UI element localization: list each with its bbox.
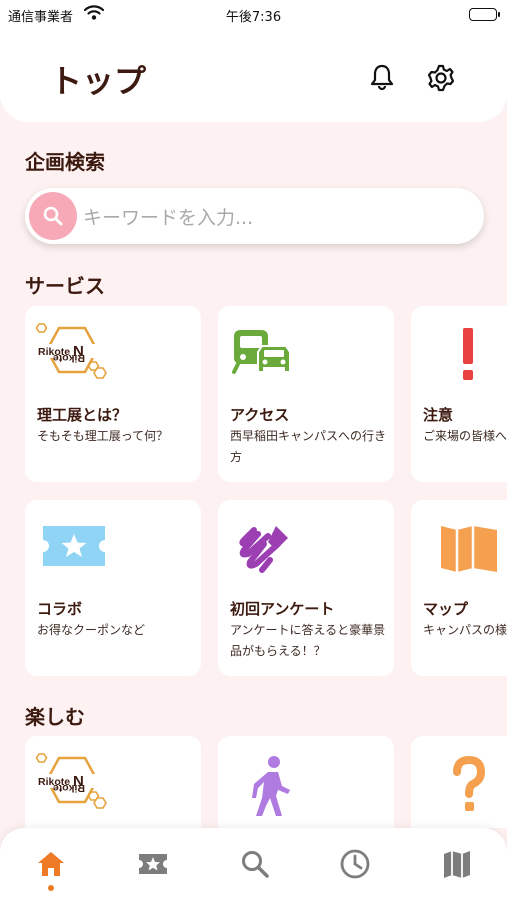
service-card-about[interactable]: Rikote N Rikote 理工展とは？ そもそも理工展って何？: [25, 306, 201, 482]
search-icon: [43, 206, 63, 226]
service-card-notice[interactable]: 注意 ご来場の皆様へ注意事項: [411, 306, 507, 482]
service-name: マップ: [423, 600, 469, 618]
services-row-2: コラボ お得なクーポンなど 初回アンケート アンケートに答えると豪華景品がもらえ…: [0, 500, 507, 680]
service-name: アクセス: [230, 406, 290, 424]
services-section-title: サービス: [25, 274, 105, 298]
app-header: トップ: [0, 30, 507, 122]
service-name: 初回アンケート: [230, 600, 335, 618]
enjoy-card-walk[interactable]: [218, 736, 394, 828]
bell-icon[interactable]: [368, 63, 396, 91]
enjoy-row: Rikote N Rikote: [0, 736, 507, 828]
transit-icon: [228, 322, 304, 386]
walk-icon: [228, 752, 304, 816]
active-indicator: [48, 885, 54, 891]
svg-text:Rikote: Rikote: [53, 352, 85, 364]
services-row-1: Rikote N Rikote 理工展とは？ そもそも理工展って何？ アクセス …: [0, 306, 507, 486]
service-card-access[interactable]: アクセス 西早稲田キャンパスへの行き方: [218, 306, 394, 482]
question-icon: [421, 752, 497, 816]
enjoy-card-question[interactable]: [411, 736, 507, 828]
service-desc: アンケートに答えると豪華景品がもらえる！？: [230, 623, 386, 658]
rikoten-logo: Rikote N Rikote: [35, 752, 113, 816]
service-name: 注意: [423, 406, 454, 424]
status-bar: 通信事業者 午後7:36: [0, 0, 507, 30]
svg-text:Rikote: Rikote: [53, 782, 85, 794]
gear-icon[interactable]: [426, 63, 456, 93]
map-icon[interactable]: [441, 848, 473, 880]
service-name: コラボ: [37, 600, 83, 618]
clock-icon[interactable]: [339, 848, 371, 880]
search-icon[interactable]: [239, 848, 271, 880]
service-desc: 西早稲田キャンパスへの行き方: [230, 429, 387, 464]
service-desc: キャンパスの様子: [423, 623, 507, 637]
service-name: 理工展とは？: [37, 406, 128, 424]
enjoy-section-title: 楽しむ: [25, 705, 85, 729]
clock-time: 午後7:36: [225, 10, 282, 25]
search-section-title: 企画検索: [25, 150, 105, 174]
home-icon[interactable]: [35, 848, 67, 880]
service-desc: お得なクーポンなど: [37, 623, 146, 637]
service-desc: そもそも理工展って何？: [37, 429, 169, 443]
page-title: トップ: [50, 62, 147, 100]
draw-icon: [228, 516, 304, 580]
enjoy-card-rikoten[interactable]: Rikote N Rikote: [25, 736, 201, 828]
search-bar[interactable]: キーワードを入力...: [25, 188, 484, 244]
bottom-nav: [0, 828, 507, 900]
search-input[interactable]: キーワードを入力...: [83, 203, 253, 230]
ticket-star-icon[interactable]: [137, 848, 169, 880]
map-icon: [421, 516, 497, 580]
search-button[interactable]: [29, 192, 77, 240]
battery-icon: [469, 8, 500, 21]
exclamation-icon: [421, 322, 497, 386]
rikoten-logo: Rikote N Rikote: [35, 322, 113, 386]
coupon-icon: [35, 516, 111, 580]
service-card-collab[interactable]: コラボ お得なクーポンなど: [25, 500, 201, 676]
service-card-survey[interactable]: 初回アンケート アンケートに答えると豪華景品がもらえる！？: [218, 500, 394, 676]
service-card-map[interactable]: マップ キャンパスの様子: [411, 500, 507, 676]
service-desc: ご来場の皆様へ注意事項: [423, 429, 507, 443]
